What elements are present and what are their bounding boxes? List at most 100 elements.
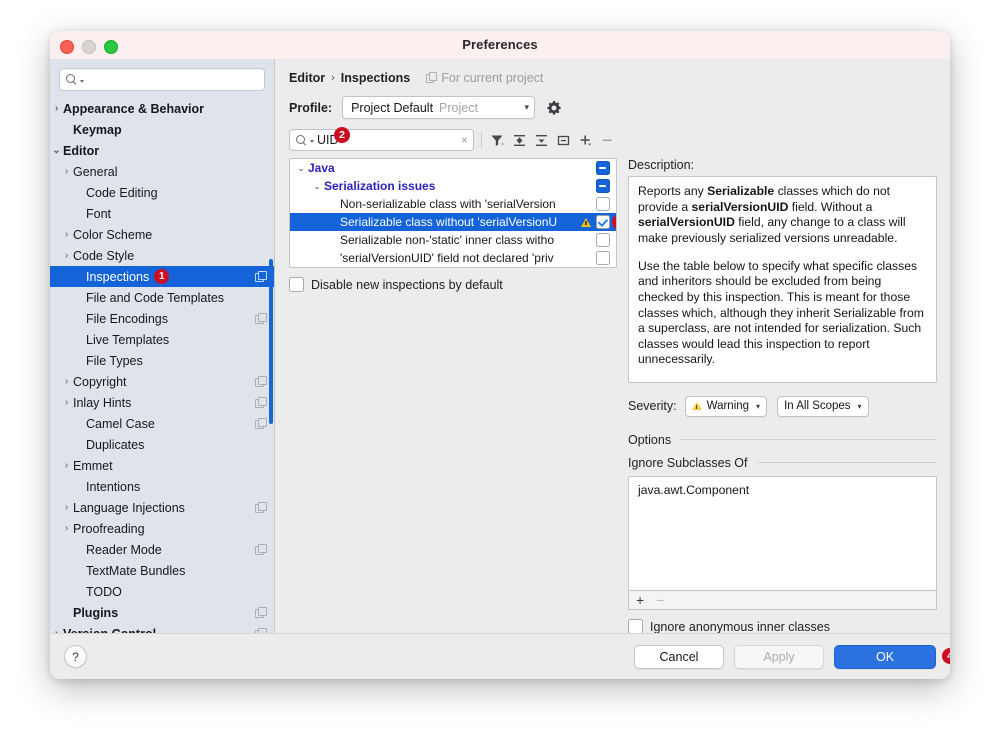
sidebar-item-plugins[interactable]: ›Plugins [50, 602, 274, 623]
remove-icon[interactable] [599, 132, 616, 149]
list-item[interactable]: java.awt.Component [638, 483, 927, 497]
copy-icon [255, 607, 266, 618]
collapse-all-icon[interactable] [533, 132, 550, 149]
tree-row[interactable]: ›Serializable class without 'serialVersi… [290, 213, 616, 231]
gear-icon[interactable] [546, 100, 562, 116]
sidebar-item-color-scheme[interactable]: ›Color Scheme [50, 224, 274, 245]
ignore-subclasses-header: Ignore Subclasses Of [628, 456, 937, 470]
tree-row-checkbox[interactable] [596, 233, 610, 247]
sidebar-item-label: TODO [86, 585, 266, 599]
tree-row-checkbox[interactable] [596, 215, 610, 229]
sidebar-item-file-types[interactable]: ›File Types [50, 350, 274, 371]
sidebar-item-copyright[interactable]: ›Copyright [50, 371, 274, 392]
tree-row[interactable]: ⌄Serialization issues [290, 177, 616, 195]
sidebar-item-editor[interactable]: ⌄Editor [50, 140, 274, 161]
sidebar-search-wrapper [50, 59, 274, 97]
tree-row[interactable]: ›Serializable non-'static' inner class w… [290, 231, 616, 249]
apply-button[interactable]: Apply [734, 645, 824, 669]
sidebar-item-keymap[interactable]: ›Keymap [50, 119, 274, 140]
sidebar-item-camel-case[interactable]: ›Camel Case [50, 413, 274, 434]
sidebar-item-file-and-code-templates[interactable]: ›File and Code Templates [50, 287, 274, 308]
sidebar-item-appearance-behavior[interactable]: ›Appearance & Behavior [50, 98, 274, 119]
scope-dropdown[interactable]: In All Scopes ▾ [777, 396, 869, 417]
sidebar-item-code-style[interactable]: ›Code Style [50, 245, 274, 266]
window-titlebar: Preferences [50, 31, 950, 60]
chevron-right-icon: › [60, 377, 73, 387]
sidebar-item-font[interactable]: ›Font [50, 203, 274, 224]
tree-row-controls [596, 197, 610, 211]
sidebar-item-inspections[interactable]: ›Inspections1 [50, 266, 274, 287]
profile-select[interactable]: Project Default Project ▾ [342, 96, 535, 119]
tree-row-checkbox[interactable] [596, 197, 610, 211]
breadcrumb-parent[interactable]: Editor [289, 71, 325, 85]
sidebar-item-general[interactable]: ›General [50, 161, 274, 182]
warning-triangle-icon [581, 218, 591, 227]
sidebar-item-duplicates[interactable]: ›Duplicates [50, 434, 274, 455]
tree-column: ⌄Java⌄Serialization issues›Non-serializa… [289, 158, 617, 634]
sidebar-item-code-editing[interactable]: ›Code Editing [50, 182, 274, 203]
details-pane: Description: Reports any Serializable cl… [628, 158, 937, 634]
chevron-down-icon[interactable]: ⌄ [294, 163, 308, 174]
toolbar-divider [481, 132, 482, 148]
sidebar-search-input[interactable] [59, 68, 265, 91]
sidebar-item-label: General [73, 165, 266, 179]
sidebar-item-proofreading[interactable]: ›Proofreading [50, 518, 274, 539]
inspections-search-input[interactable]: UID × 2 [289, 129, 474, 151]
cancel-button[interactable]: Cancel [634, 645, 724, 669]
tree-row-checkbox[interactable] [596, 251, 610, 265]
tree-row-controls [596, 161, 610, 175]
profile-row: Profile: Project Default Project ▾ [289, 96, 937, 119]
main-panel: Editor › Inspections For current project… [275, 59, 950, 634]
disable-new-inspections-row[interactable]: Disable new inspections by default [289, 277, 617, 292]
help-button[interactable]: ? [64, 645, 87, 668]
sidebar-item-label: File and Code Templates [86, 291, 266, 305]
group-by-icon[interactable] [555, 132, 572, 149]
annotation-badge-4: 4 [942, 648, 950, 664]
tree-row[interactable]: ⌄Java [290, 159, 616, 177]
ok-button[interactable]: OK [834, 645, 936, 669]
sidebar-item-live-templates[interactable]: ›Live Templates [50, 329, 274, 350]
sidebar-item-language-injections[interactable]: ›Language Injections [50, 497, 274, 518]
tree-row-checkbox[interactable] [596, 161, 610, 175]
sidebar-item-label: Code Style [73, 249, 266, 263]
add-icon[interactable]: + [636, 593, 644, 607]
sidebar-item-file-encodings[interactable]: ›File Encodings [50, 308, 274, 329]
tree-row[interactable]: ›Non-serializable class with 'serialVers… [290, 195, 616, 213]
ignore-subclasses-list[interactable]: java.awt.Component [628, 476, 937, 591]
sidebar-item-todo[interactable]: ›TODO [50, 581, 274, 602]
remove-icon[interactable]: − [656, 593, 664, 607]
severity-row: Severity: Warning ▾ In All Scopes ▾ [628, 396, 937, 417]
severity-dropdown[interactable]: Warning ▾ [685, 396, 767, 417]
divider [757, 462, 937, 463]
sidebar-scrollbar[interactable] [269, 259, 273, 424]
description-paragraph: Use the checkbox below to ignore Seriali… [638, 381, 927, 383]
sidebar-item-label: Code Editing [86, 186, 266, 200]
preferences-window: Preferences ›Appearance & Behavior›Keyma… [50, 31, 950, 679]
ignore-anonymous-checkbox[interactable] [628, 619, 643, 634]
for-current-project-label: For current project [441, 71, 543, 85]
sidebar-item-intentions[interactable]: ›Intentions [50, 476, 274, 497]
expand-all-icon[interactable] [511, 132, 528, 149]
filter-icon[interactable] [489, 132, 506, 149]
sidebar-item-reader-mode[interactable]: ›Reader Mode [50, 539, 274, 560]
chevron-down-icon[interactable]: ⌄ [310, 181, 324, 192]
tree-row[interactable]: ›'serialVersionUID' field not declared '… [290, 249, 616, 267]
copy-icon [255, 397, 266, 408]
tree-row-checkbox[interactable] [596, 179, 610, 193]
add-icon[interactable] [577, 132, 594, 149]
sidebar-item-label: File Types [86, 354, 266, 368]
clear-icon[interactable]: × [461, 134, 468, 146]
sidebar-item-label: Intentions [86, 480, 266, 494]
sidebar-item-emmet[interactable]: ›Emmet [50, 455, 274, 476]
annotation-badge-3: 3 [612, 214, 617, 230]
sidebar-item-label: Keymap [73, 123, 266, 137]
chevron-down-icon: ▾ [858, 402, 862, 411]
sidebar-item-inlay-hints[interactable]: ›Inlay Hints [50, 392, 274, 413]
breadcrumb-current: Inspections [341, 71, 410, 85]
window-body: ›Appearance & Behavior›Keymap⌄Editor›Gen… [50, 59, 950, 634]
disable-new-inspections-checkbox[interactable] [289, 277, 304, 292]
sidebar-item-textmate-bundles[interactable]: ›TextMate Bundles [50, 560, 274, 581]
sidebar-item-label: Language Injections [73, 501, 255, 515]
ignore-anonymous-row[interactable]: Ignore anonymous inner classes [628, 619, 937, 634]
chevron-right-icon: › [60, 230, 73, 240]
